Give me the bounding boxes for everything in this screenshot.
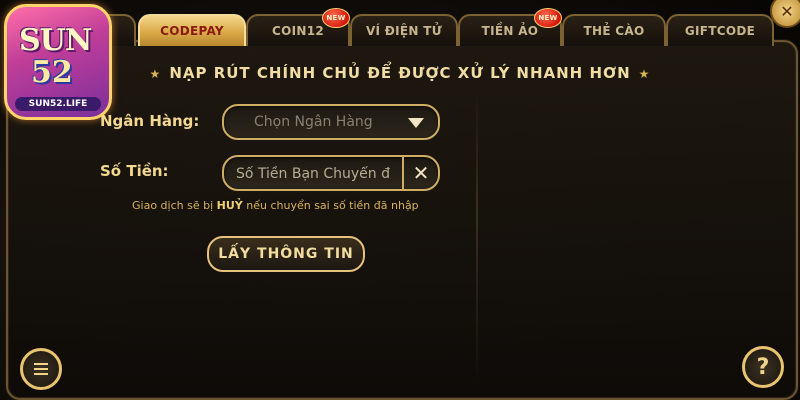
close-icon: ✕ [780,1,794,21]
get-info-label: LẤY THÔNG TIN [218,246,354,262]
brand-logo: SUN 52 SUN52.LIFE [4,4,112,120]
payment-panel [6,40,798,400]
amount-input[interactable] [234,157,408,191]
tab-label: GIFTCODE [684,24,756,38]
x-icon: ✕ [412,161,430,185]
help-button[interactable]: ? [742,346,784,388]
get-info-button[interactable]: LẤY THÔNG TIN [207,236,365,272]
menu-button[interactable] [20,348,62,390]
tab-coin12[interactable]: COIN12 NEW [246,8,350,46]
warning-note: Giao dịch sẽ bị HUỶ nếu chuyển sai số ti… [132,199,452,212]
tab-label: CODEPAY [160,24,224,38]
amount-field[interactable]: ✕ [222,155,440,191]
bank-select[interactable]: Chọn Ngân Hàng [222,104,440,140]
tab-tien-ao[interactable]: TIỀN ẢO NEW [458,8,562,46]
star-icon: ★ [638,67,651,81]
tab-label: COIN12 [271,24,324,38]
bank-select-value: Chọn Ngân Hàng [254,114,373,130]
chevron-down-icon [408,118,424,128]
new-badge: NEW [534,8,562,28]
tab-codepay[interactable]: CODEPAY [138,14,246,46]
logo-brand: SUN [19,23,92,58]
bank-label: Ngân Hàng: [100,112,200,130]
tab-label: THẺ CÀO [583,24,645,38]
page-title: ★ NẠP RÚT CHÍNH CHỦ ĐỂ ĐƯỢC XỬ LÝ NHANH H… [140,64,660,82]
logo-site: SUN52.LIFE [15,97,101,111]
tab-vi-dien-tu[interactable]: VÍ ĐIỆN TỬ [350,14,458,46]
note-highlight: HUỶ [216,199,243,212]
note-before: Giao dịch sẽ bị [132,199,217,212]
tab-the-cao[interactable]: THẺ CÀO [562,14,666,46]
new-badge: NEW [322,8,350,28]
tab-bar: G CODEPAY COIN12NEW VÍ ĐIỆN TỬ TIỀN ẢONE… [60,8,780,46]
clear-amount-button[interactable]: ✕ [402,157,438,189]
amount-label: Số Tiền: [100,162,169,180]
star-icon: ★ [149,67,162,81]
heading-text: NẠP RÚT CHÍNH CHỦ ĐỂ ĐƯỢC XỬ LÝ NHANH HƠ… [169,64,631,82]
tab-label: VÍ ĐIỆN TỬ [365,24,443,38]
note-after: nếu chuyển sai số tiền đã nhập [242,199,419,212]
tab-label: TIỀN ẢO [481,24,539,38]
help-icon: ? [756,354,770,380]
menu-icon [34,362,48,376]
divider [476,92,478,382]
logo-number: 52 [31,55,73,90]
tab-giftcode[interactable]: GIFTCODE [666,14,774,46]
